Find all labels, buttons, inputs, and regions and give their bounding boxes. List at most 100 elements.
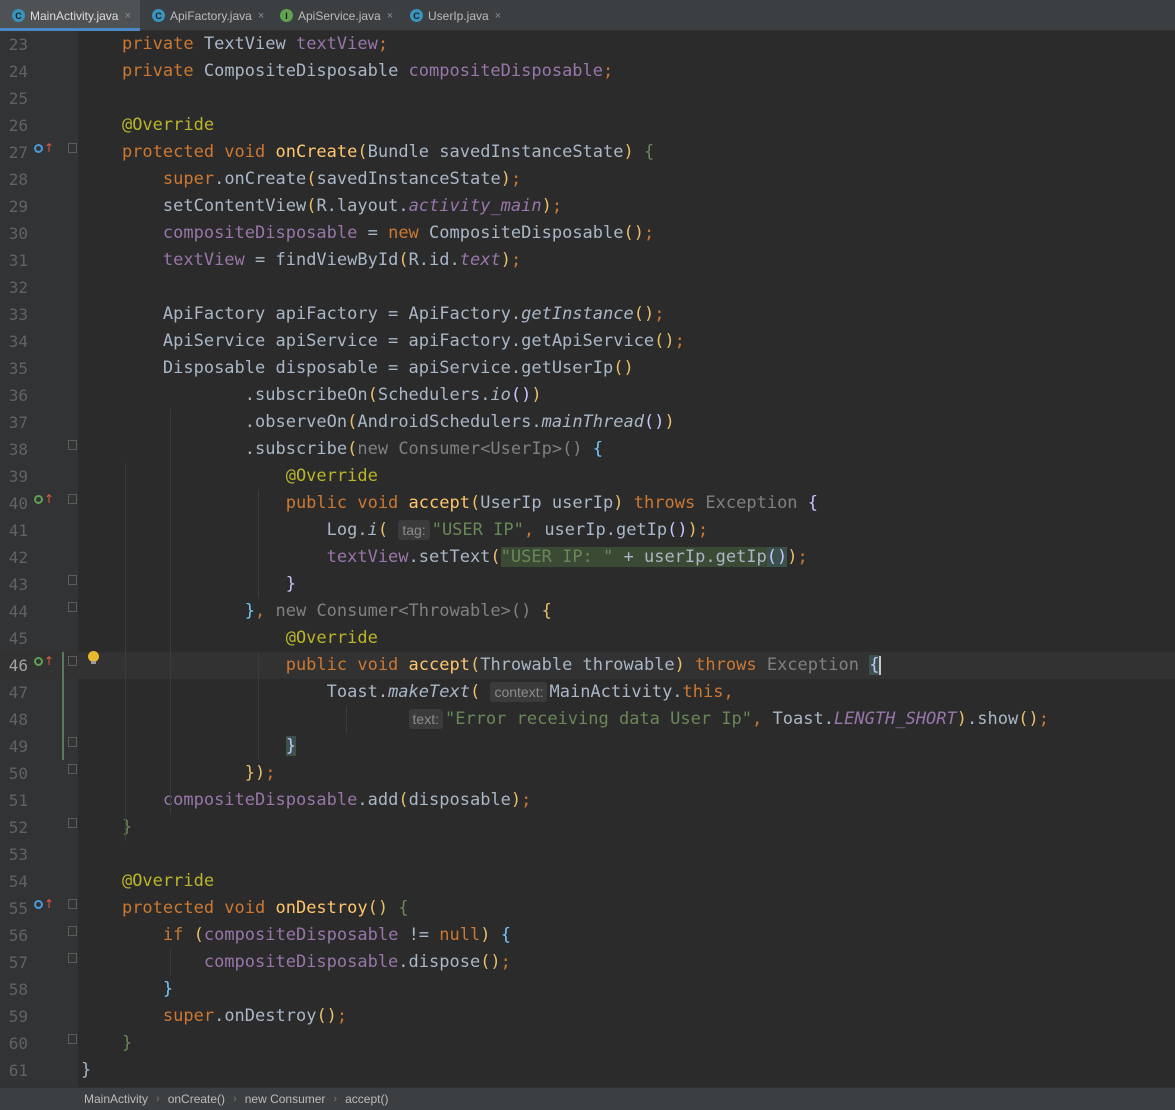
code-line[interactable]: 42 textView.setText("USER IP: " + userIp…: [0, 544, 1175, 571]
fold-icon[interactable]: [68, 899, 77, 909]
code-token: @Override: [285, 628, 378, 648]
tab-userip[interactable]: C UserIp.java ×: [398, 0, 508, 31]
breadcrumb-item[interactable]: MainActivity: [84, 1092, 148, 1106]
override-marker-icon[interactable]: ↑: [34, 897, 54, 911]
indent-guide: [258, 652, 259, 760]
fold-icon[interactable]: [68, 926, 77, 936]
code-line[interactable]: 43 }: [0, 571, 1175, 598]
code-line[interactable]: 61}: [0, 1057, 1175, 1084]
code-line[interactable]: 59 super.onDestroy();: [0, 1003, 1175, 1030]
code-line[interactable]: 60 }: [0, 1030, 1175, 1057]
code-line[interactable]: 23 private TextView textView;: [0, 31, 1175, 58]
code-token: ): [956, 709, 968, 729]
code-line[interactable]: 54 @Override: [0, 868, 1175, 895]
fold-icon[interactable]: [68, 764, 77, 774]
code-token: public void: [285, 655, 409, 675]
code-token: (): [633, 304, 655, 324]
implement-marker-icon[interactable]: ↑: [34, 492, 54, 506]
code-line[interactable]: 51 compositeDisposable.add(disposable);: [0, 787, 1175, 814]
fold-icon[interactable]: [68, 602, 77, 612]
code-line[interactable]: 24 private CompositeDisposable composite…: [0, 58, 1175, 85]
code-line[interactable]: 56 if (compositeDisposable != null) {: [0, 922, 1175, 949]
code-token: new Consumer<UserIp>(): [357, 439, 593, 459]
fold-icon[interactable]: [68, 953, 77, 963]
fold-icon[interactable]: [68, 656, 77, 666]
code-line[interactable]: 33 ApiFactory apiFactory = ApiFactory.ge…: [0, 301, 1175, 328]
code-token: ): [480, 925, 491, 945]
code-line[interactable]: 31 textView = findViewById(R.id.text);: [0, 247, 1175, 274]
interface-icon: I: [280, 9, 293, 22]
code-line[interactable]: 41 Log.i( tag: "USER IP", userIp.getIp())…: [0, 517, 1175, 544]
code-line[interactable]: 36 .subscribeOn(Schedulers.io()): [0, 382, 1175, 409]
close-icon[interactable]: ×: [387, 10, 393, 22]
fold-icon[interactable]: [68, 575, 77, 585]
breadcrumb-item[interactable]: accept(): [345, 1092, 388, 1106]
close-icon[interactable]: ×: [258, 10, 264, 22]
code-line[interactable]: 34 ApiService apiService = apiFactory.ge…: [0, 328, 1175, 355]
text-caret: [879, 655, 882, 675]
code-line[interactable]: 46 public void accept(Throwable throwabl…: [0, 652, 1175, 679]
code-line[interactable]: 38 .subscribe(new Consumer<UserIp>() {: [0, 436, 1175, 463]
code-line[interactable]: 25: [0, 85, 1175, 112]
code-token: (: [347, 439, 358, 459]
fold-icon[interactable]: [68, 1034, 77, 1044]
code-line[interactable]: 49 }: [0, 733, 1175, 760]
code-line[interactable]: 52 }: [0, 814, 1175, 841]
code-line[interactable]: 40 public void accept(UserIp userIp) thr…: [0, 490, 1175, 517]
fold-icon[interactable]: [68, 737, 77, 747]
indent-guide: [170, 949, 171, 976]
tab-label: UserIp.java: [428, 8, 489, 23]
code-token: }: [121, 817, 133, 837]
fold-icon[interactable]: [68, 494, 77, 504]
code-line[interactable]: 47 Toast.makeText( context: MainActivity.…: [0, 679, 1175, 706]
code-token: (): [667, 520, 688, 540]
tab-mainactivity[interactable]: C MainActivity.java ×: [0, 0, 140, 31]
code-line[interactable]: 57 compositeDisposable.dispose();: [0, 949, 1175, 976]
code-line[interactable]: 48 text: "Error receiving data User Ip", …: [0, 706, 1175, 733]
code-line[interactable]: 53: [0, 841, 1175, 868]
implement-marker-icon[interactable]: ↑: [34, 654, 54, 668]
breadcrumb-separator: ›: [156, 1093, 160, 1105]
tab-apiservice[interactable]: I ApiService.java ×: [268, 0, 398, 31]
code-line[interactable]: 45 @Override: [0, 625, 1175, 652]
fold-icon[interactable]: [68, 440, 77, 450]
code-line[interactable]: 27 protected void onCreate(Bundle savedI…: [0, 139, 1175, 166]
line-number: 33: [8, 305, 28, 324]
code-text: @Override: [81, 868, 214, 895]
override-marker-icon[interactable]: ↑: [34, 141, 54, 155]
code-line[interactable]: 30 compositeDisposable = new CompositeDi…: [0, 220, 1175, 247]
code-token: @Override: [121, 115, 215, 135]
fold-icon[interactable]: [68, 143, 77, 153]
code-text: setContentView(R.layout.activity_main);: [81, 193, 562, 220]
close-icon[interactable]: ×: [124, 10, 130, 22]
tab-apifactory[interactable]: C ApiFactory.java ×: [140, 0, 268, 31]
code-line[interactable]: 58 }: [0, 976, 1175, 1003]
breadcrumb-item[interactable]: onCreate(): [168, 1092, 225, 1106]
code-text: @Override: [81, 112, 214, 139]
code-token: ): [500, 250, 511, 270]
code-line[interactable]: 39 @Override: [0, 463, 1175, 490]
code-editor[interactable]: 61} 60 } 59 super.onDestroy(); 58 } 57 compo…: [0, 31, 1175, 1087]
close-icon[interactable]: ×: [495, 10, 501, 22]
code-line[interactable]: 50 });: [0, 760, 1175, 787]
breadcrumb-item[interactable]: new Consumer: [245, 1092, 326, 1106]
code-line[interactable]: 44 }, new Consumer<Throwable>() {: [0, 598, 1175, 625]
code-token: {: [541, 601, 552, 621]
fold-icon[interactable]: [68, 818, 77, 828]
code-line[interactable]: 26 @Override: [0, 112, 1175, 139]
code-text: }: [81, 976, 173, 1003]
code-token: activity_main: [408, 196, 542, 216]
vcs-change-marker[interactable]: [62, 652, 64, 760]
lightbulb-icon[interactable]: [88, 651, 99, 664]
code-line[interactable]: 37 .observeOn(AndroidSchedulers.mainThre…: [0, 409, 1175, 436]
code-token: @Override: [285, 466, 378, 486]
code-line[interactable]: 28 super.onCreate(savedInstanceState);: [0, 166, 1175, 193]
code-line[interactable]: 29 setContentView(R.layout.activity_main…: [0, 193, 1175, 220]
code-line[interactable]: 32: [0, 274, 1175, 301]
code-line[interactable]: 55 protected void onDestroy() {: [0, 895, 1175, 922]
code-line[interactable]: 35 Disposable disposable = apiService.ge…: [0, 355, 1175, 382]
